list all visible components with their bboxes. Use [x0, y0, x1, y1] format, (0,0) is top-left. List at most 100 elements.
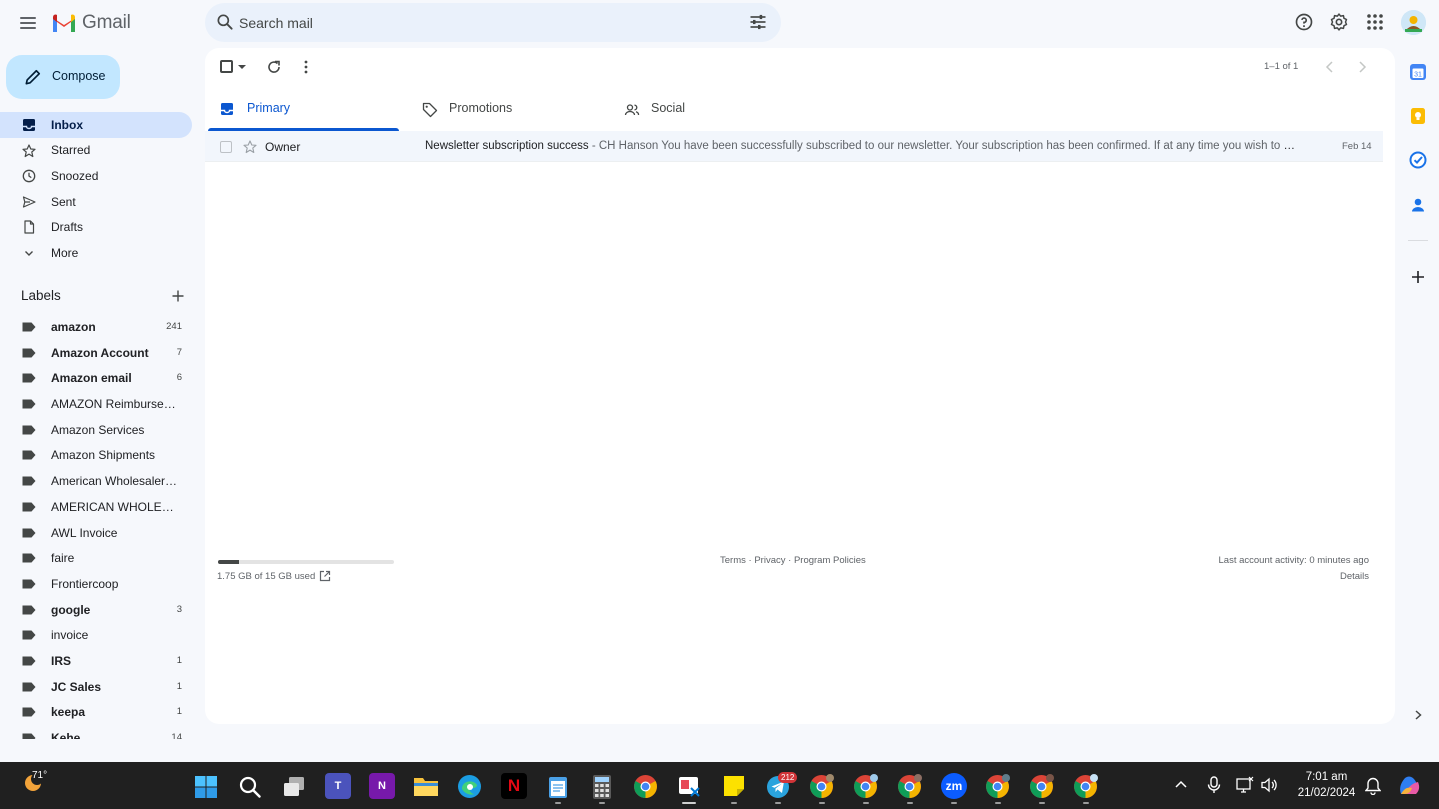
label-item[interactable]: AWL Invoice	[0, 520, 192, 546]
main-menu-icon[interactable]	[16, 11, 40, 35]
inbox-icon	[23, 119, 35, 131]
search-input[interactable]	[239, 9, 739, 36]
program-policies-link[interactable]: Program Policies	[794, 555, 866, 566]
notifications-icon[interactable]	[1365, 777, 1381, 795]
notepad-icon[interactable]	[546, 774, 570, 800]
label-item[interactable]: faire	[0, 545, 192, 571]
nav-item-inbox[interactable]: Inbox	[0, 112, 192, 138]
edge-browser-icon[interactable]	[457, 774, 482, 799]
clock-date[interactable]: 21/02/2024	[1294, 787, 1359, 799]
calculator-icon[interactable]	[590, 774, 614, 800]
add-label-icon[interactable]	[171, 289, 185, 303]
keep-icon[interactable]	[1409, 107, 1427, 125]
chrome-profile-icon[interactable]	[809, 774, 834, 799]
privacy-link[interactable]: Privacy	[754, 555, 785, 566]
windows-start-icon[interactable]	[194, 775, 218, 799]
label-item[interactable]: IRS 1	[0, 648, 192, 674]
email-sender: Owner	[265, 140, 301, 154]
label-item[interactable]: JC Sales 1	[0, 674, 192, 700]
sticky-notes-icon[interactable]	[722, 774, 746, 798]
label-item[interactable]: Frontiercoop	[0, 571, 192, 597]
label-item[interactable]: Amazon Shipments	[0, 442, 192, 468]
nav-item-drafts[interactable]: Drafts	[0, 214, 192, 240]
chrome-profile-icon[interactable]	[897, 774, 922, 799]
label-item[interactable]: Kehe 14	[0, 725, 192, 739]
label-icon	[22, 579, 36, 589]
main-nav: Inbox Starred Snoozed Sent Drafts More	[0, 112, 192, 266]
svg-text:31: 31	[1414, 71, 1422, 78]
label-item[interactable]: keepa 1	[0, 699, 192, 725]
gmail-logo[interactable]: Gmail	[51, 11, 131, 35]
running-indicator	[995, 802, 1001, 804]
nav-item-more[interactable]: More	[0, 240, 192, 266]
expand-side-panel-icon[interactable]	[1412, 709, 1424, 721]
refresh-icon[interactable]	[266, 59, 282, 75]
show-hidden-icons-icon[interactable]	[1175, 780, 1187, 788]
label-item[interactable]: AMERICAN WHOLESAL...	[0, 494, 192, 520]
volume-icon[interactable]	[1261, 776, 1277, 794]
copilot-icon[interactable]	[1396, 774, 1422, 798]
chrome-profile-icon[interactable]	[985, 774, 1010, 799]
activity-details-link[interactable]: Details	[1340, 571, 1369, 582]
apps-grid-icon[interactable]	[1363, 10, 1387, 34]
nav-label: Snoozed	[51, 168, 99, 183]
more-options-icon[interactable]	[302, 59, 310, 75]
storage-meter	[218, 560, 394, 564]
label-item[interactable]: amazon 241	[0, 314, 192, 340]
tasks-icon[interactable]	[1409, 151, 1427, 169]
nav-item-sent[interactable]: Sent	[0, 189, 192, 215]
label-item[interactable]: American Wholesaler S...	[0, 468, 192, 494]
search-icon[interactable]	[215, 12, 235, 32]
category-tabs: Primary Promotions Social	[205, 92, 1395, 132]
pencil-icon	[25, 69, 41, 85]
onenote-icon[interactable]: N	[369, 773, 395, 799]
teams-icon[interactable]: T	[325, 773, 351, 799]
label-unread-count: 241	[166, 321, 182, 332]
select-dropdown-icon[interactable]	[238, 65, 246, 69]
network-icon[interactable]	[1236, 776, 1254, 794]
help-icon[interactable]	[1292, 10, 1316, 34]
settings-gear-icon[interactable]	[1327, 10, 1351, 34]
task-view-icon[interactable]	[282, 775, 306, 799]
compose-button[interactable]: Compose	[6, 55, 120, 99]
account-avatar[interactable]	[1401, 10, 1426, 35]
chrome-profile-icon[interactable]	[1073, 774, 1098, 799]
label-item[interactable]: google 3	[0, 597, 192, 623]
chevron-left-icon[interactable]	[1324, 60, 1336, 74]
tab-social[interactable]: Social	[609, 92, 803, 131]
chrome-icon[interactable]	[633, 774, 658, 799]
label-item[interactable]: Amazon Services	[0, 417, 192, 443]
clock-time[interactable]: 7:01 am	[1294, 771, 1359, 783]
separator: ·	[785, 555, 794, 566]
microphone-icon[interactable]	[1207, 776, 1221, 794]
open-in-new-icon[interactable]	[319, 570, 331, 582]
terms-link[interactable]: Terms	[720, 555, 746, 566]
chrome-profile-icon[interactable]	[1029, 774, 1054, 799]
label-item[interactable]: Amazon email 6	[0, 365, 192, 391]
tab-promotions[interactable]: Promotions	[407, 92, 601, 131]
calendar-icon[interactable]: 31	[1409, 63, 1427, 81]
tab-primary[interactable]: Primary	[205, 92, 399, 131]
zoom-icon[interactable]: zm	[941, 773, 967, 799]
taskbar-search-icon[interactable]	[238, 775, 262, 799]
chrome-profile-icon[interactable]	[853, 774, 878, 799]
chevron-right-icon[interactable]	[1356, 60, 1368, 74]
email-row[interactable]: Owner Newsletter subscription success - …	[205, 131, 1383, 162]
label-item[interactable]: Amazon Account 7	[0, 340, 192, 366]
running-indicator	[1083, 802, 1089, 804]
select-all-checkbox[interactable]	[220, 60, 233, 73]
star-icon[interactable]	[243, 140, 257, 154]
nav-item-snoozed[interactable]: Snoozed	[0, 163, 192, 189]
email-checkbox[interactable]	[220, 141, 232, 153]
label-item[interactable]: AMAZON Reimburseme...	[0, 391, 192, 417]
add-addon-icon[interactable]	[1411, 270, 1425, 284]
label-item[interactable]: invoice	[0, 622, 192, 648]
search-options-icon[interactable]	[748, 12, 768, 32]
netflix-icon[interactable]: N	[501, 773, 527, 799]
contacts-icon[interactable]	[1409, 196, 1427, 214]
label-icon	[22, 605, 36, 615]
label-name: google	[51, 602, 91, 617]
nav-item-starred[interactable]: Starred	[0, 138, 192, 164]
snipping-tool-icon[interactable]	[677, 774, 702, 799]
file-explorer-icon[interactable]	[413, 774, 439, 798]
